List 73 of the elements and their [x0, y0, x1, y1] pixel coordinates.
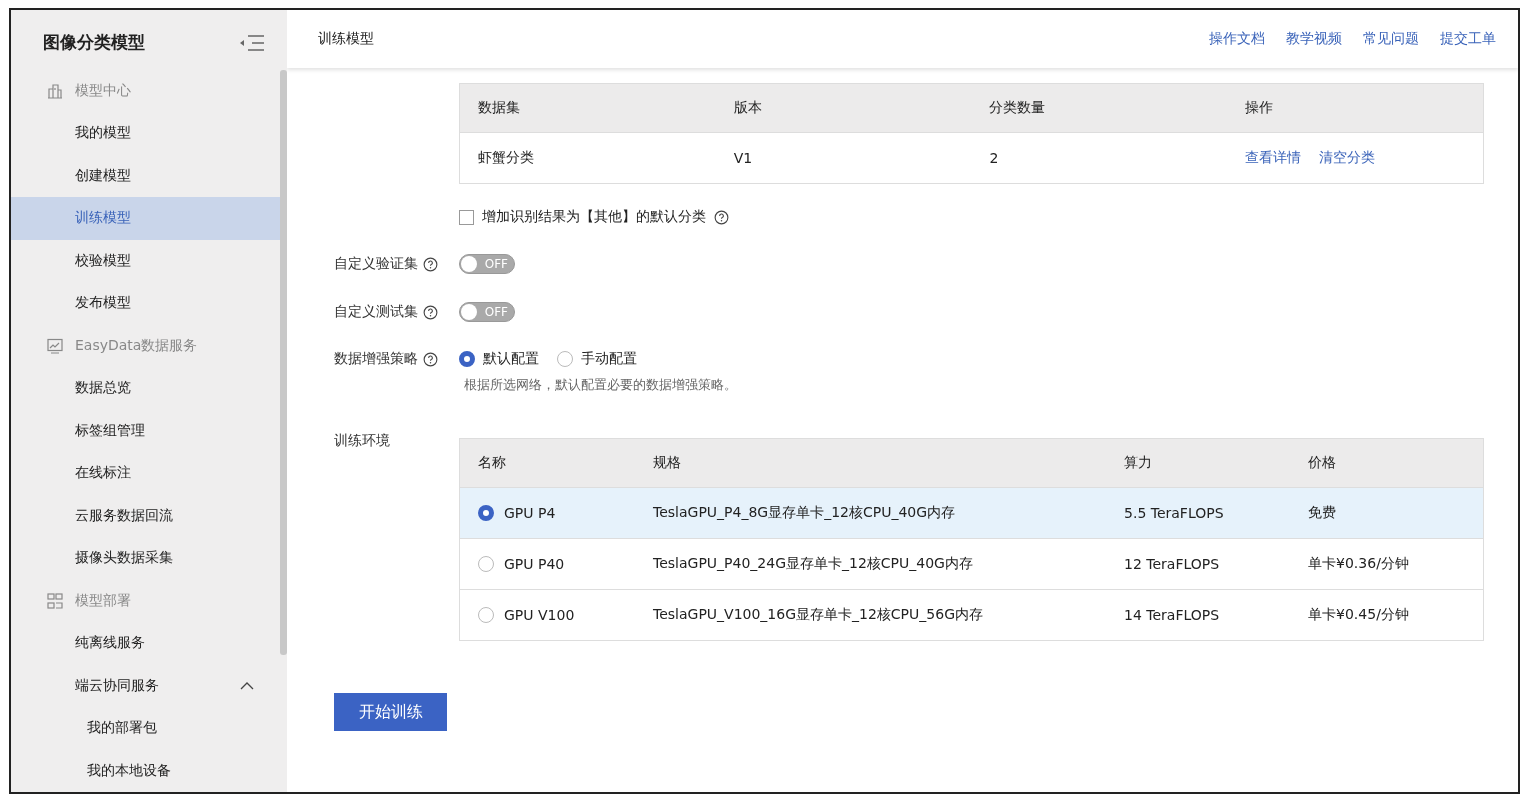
radio-button[interactable] [478, 607, 494, 623]
sidebar-item[interactable]: 标签组管理 [11, 409, 280, 452]
help-icon[interactable] [714, 209, 729, 225]
radio-button[interactable] [459, 351, 475, 367]
chart-icon [47, 337, 63, 354]
sidebar-item[interactable]: 端云协同服务 [11, 664, 280, 707]
radio-label[interactable]: 默认配置 [483, 350, 539, 368]
table-cell: TeslaGPU_P40_24G显存单卡_12核CPU_40G内存 [635, 538, 1107, 590]
table-cell: 2 [971, 132, 1228, 184]
sidebar-item[interactable]: 我的本地设备 [11, 749, 280, 792]
sidebar-group-label: 模型中心 [75, 81, 131, 100]
help-icon[interactable] [423, 304, 438, 320]
table-cell: GPU P4 [504, 505, 556, 521]
radio-button[interactable] [478, 505, 494, 521]
table-cell: GPU P40 [504, 556, 565, 572]
table-cell: TeslaGPU_P4_8G显存单卡_12核CPU_40G内存 [635, 487, 1107, 539]
column-header: 名称 [459, 438, 635, 488]
radio-label[interactable]: 手动配置 [581, 350, 637, 368]
table-cell: 免费 [1290, 487, 1484, 539]
column-header: 规格 [635, 438, 1107, 488]
hint-text: 根据所选网络，默认配置必要的数据增强策略。 [464, 376, 738, 394]
sidebar-item[interactable]: 数据总览 [11, 367, 280, 410]
column-header: 价格 [1290, 438, 1484, 488]
sidebar-group-label: 模型部署 [75, 591, 131, 610]
sidebar-group-label: EasyData数据服务 [75, 336, 198, 355]
sidebar-item[interactable]: 我的部署包 [11, 707, 280, 750]
sidebar-item[interactable]: 训练模型 [11, 197, 280, 240]
sidebar-item[interactable]: 纯离线服务 [11, 622, 280, 665]
sidebar-item[interactable]: 云服务数据回流 [11, 494, 280, 537]
table-cell: 12 TeraFLOPS [1106, 538, 1291, 590]
sidebar-item[interactable]: 在线标注 [11, 452, 280, 495]
table-cell: GPU V100 [504, 607, 575, 623]
column-header: 操作 [1227, 83, 1484, 133]
header-link[interactable]: 常见问题 [1363, 30, 1419, 48]
sidebar-item[interactable]: 我的模型 [11, 112, 280, 155]
table-cell: 单卡¥0.45/分钟 [1290, 589, 1484, 641]
header-link[interactable]: 教学视频 [1286, 30, 1342, 48]
field-label: 数据增强策略 [334, 350, 418, 368]
column-header: 数据集 [459, 83, 716, 133]
scrollbar[interactable] [280, 70, 287, 655]
column-header: 算力 [1106, 438, 1291, 488]
deploy-icon [47, 592, 63, 609]
sidebar-item[interactable]: 发布模型 [11, 282, 280, 325]
action-link[interactable]: 清空分类 [1319, 149, 1376, 165]
table-cell: 14 TeraFLOPS [1106, 589, 1291, 641]
checkbox-label: 增加识别结果为【其他】的默认分类 [482, 208, 706, 226]
sidebar-item[interactable]: 创建模型 [11, 154, 280, 197]
table-cell: V1 [715, 132, 972, 184]
field-label: 自定义验证集 [334, 255, 418, 273]
chevron-icon [240, 681, 254, 690]
action-link[interactable]: 查看详情 [1245, 149, 1302, 165]
field-label: 自定义测试集 [334, 303, 418, 321]
sidebar-item[interactable]: 校验模型 [11, 239, 280, 282]
table-cell: 5.5 TeraFLOPS [1106, 487, 1291, 539]
start-training-button[interactable]: 开始训练 [334, 693, 447, 731]
checkbox[interactable] [459, 209, 474, 225]
header-link[interactable]: 操作文档 [1209, 30, 1265, 48]
header-link[interactable]: 提交工单 [1440, 30, 1496, 48]
column-header: 分类数量 [971, 83, 1228, 133]
table-cell: TeslaGPU_V100_16G显存单卡_12核CPU_56G内存 [635, 589, 1107, 641]
page-title: 训练模型 [318, 30, 374, 48]
sidebar-title: 图像分类模型 [43, 31, 145, 55]
radio-button[interactable] [478, 556, 494, 572]
sidebar-item[interactable]: 摄像头数据采集 [11, 537, 280, 580]
field-label: 训练环境 [334, 432, 390, 450]
building-icon [47, 82, 63, 99]
table-cell: 单卡¥0.36/分钟 [1290, 538, 1484, 590]
column-header: 版本 [715, 83, 972, 133]
help-icon[interactable] [423, 256, 438, 272]
radio-button[interactable] [557, 351, 573, 367]
collapse-menu-icon[interactable] [239, 32, 265, 53]
table-cell: 虾蟹分类 [459, 132, 716, 184]
help-icon[interactable] [423, 351, 438, 367]
